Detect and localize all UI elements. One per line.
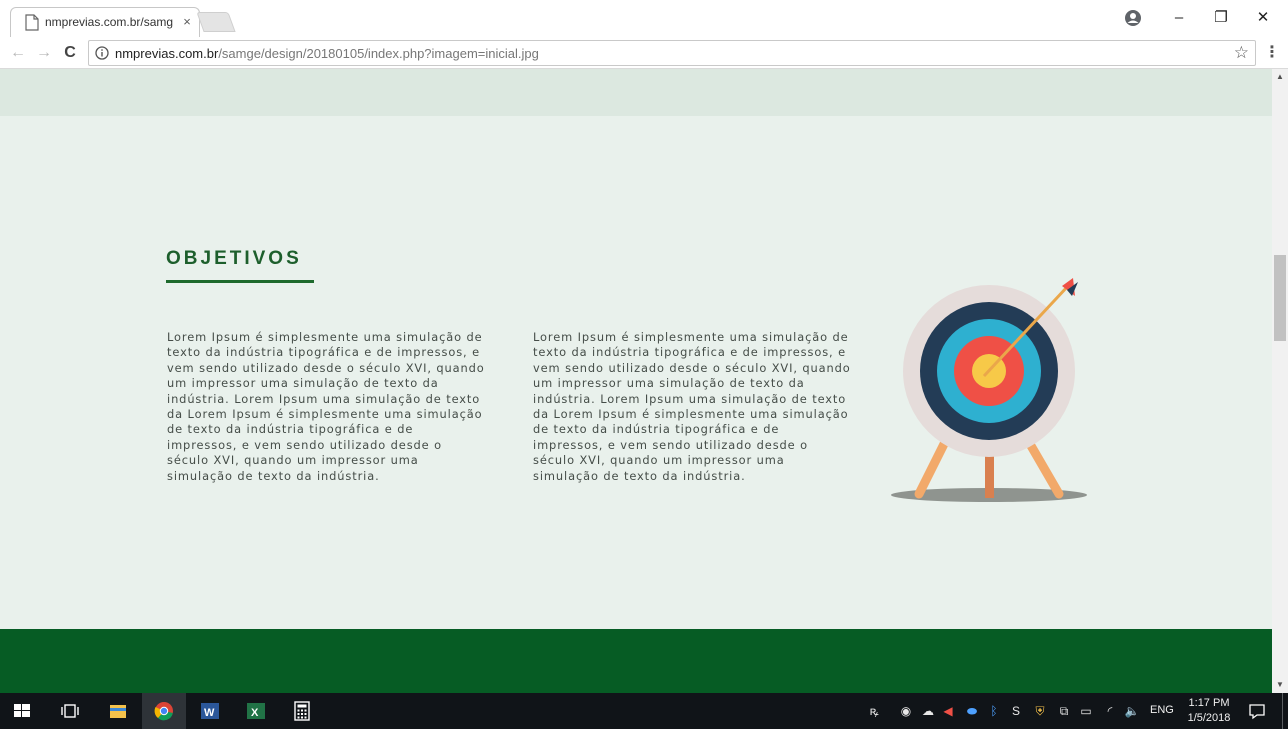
text-column-2: Lorem Ipsum é simplesmente uma simulação… <box>533 330 851 483</box>
folder-icon <box>110 705 126 718</box>
chrome-button[interactable] <box>142 693 186 729</box>
bluetooth-icon[interactable]: ᛒ <box>986 703 1002 719</box>
address-bar[interactable]: nmprevias.com.br/samge/design/20180105/i… <box>88 40 1256 66</box>
tray-skype-icon[interactable]: S <box>1008 703 1024 719</box>
profile-icon[interactable] <box>1124 9 1142 27</box>
bookmark-star-icon[interactable]: ☆ <box>1234 43 1249 63</box>
battery-icon[interactable]: ▭ <box>1078 703 1094 719</box>
teamviewer-icon[interactable]: ⬬ <box>964 703 980 719</box>
security-icon[interactable]: ⛨ <box>1032 703 1048 719</box>
scroll-down-arrow-icon[interactable]: ▼ <box>1272 677 1288 693</box>
file-explorer-button[interactable] <box>96 693 140 729</box>
tray-app-icon[interactable]: ◉ <box>898 703 914 719</box>
archery-target-icon <box>891 278 1087 502</box>
browser-toolbar: ← → C nmprevias.com.br/samge/design/2018… <box>0 38 1288 69</box>
excel-button[interactable]: X <box>234 693 278 729</box>
restore-button[interactable]: ❐ <box>1206 6 1236 30</box>
excel-icon: X <box>247 703 265 719</box>
network-devices-icon[interactable]: ⧉ <box>1056 703 1072 719</box>
chrome-icon <box>154 702 173 721</box>
browser-menu-icon[interactable]: ⋮ <box>1264 43 1280 63</box>
calculator-icon <box>294 701 310 721</box>
action-center-icon[interactable] <box>1248 702 1266 720</box>
page-scrollbar[interactable]: ▲ ▼ <box>1272 69 1288 693</box>
tray-media-icon[interactable]: ◀ <box>940 703 956 719</box>
scroll-thumb[interactable] <box>1274 255 1286 341</box>
new-tab-button[interactable] <box>196 12 236 32</box>
url-host: nmprevias.com.br <box>115 46 219 61</box>
back-button[interactable]: ← <box>8 42 28 64</box>
close-window-button[interactable]: ✕ <box>1248 6 1278 30</box>
section-heading: OBJETIVOS <box>166 248 302 269</box>
forward-button[interactable]: → <box>34 42 54 64</box>
start-button[interactable] <box>0 693 44 729</box>
word-icon: W <box>201 703 219 719</box>
browser-tab-strip: nmprevias.com.br/samge × – ❐ ✕ <box>0 0 1288 38</box>
page-icon <box>25 14 39 31</box>
clock-date: 1/5/2018 <box>1187 712 1231 724</box>
windows-logo-icon <box>14 704 30 717</box>
calculator-button[interactable] <box>280 693 324 729</box>
scroll-up-arrow-icon[interactable]: ▲ <box>1272 69 1288 85</box>
top-band <box>0 69 1272 116</box>
browser-tab[interactable]: nmprevias.com.br/samge × <box>10 7 200 37</box>
objectives-section: OBJETIVOS Lorem Ipsum é simplesmente uma… <box>0 116 1272 629</box>
tab-close-icon[interactable]: × <box>179 13 195 31</box>
svg-text:X: X <box>251 707 259 719</box>
word-button[interactable]: W <box>188 693 232 729</box>
url-path: /samge/design/20180105/index.php?imagem=… <box>218 46 539 61</box>
volume-icon[interactable]: 🔈 <box>1124 703 1140 719</box>
svg-text:W: W <box>204 707 215 719</box>
language-indicator[interactable]: ENG <box>1150 704 1174 716</box>
url-text[interactable]: nmprevias.com.br/samge/design/20180105/i… <box>115 46 539 61</box>
clock-time: 1:17 PM <box>1188 697 1230 709</box>
reload-button[interactable]: C <box>60 42 80 64</box>
text-column-1: Lorem Ipsum é simplesmente uma simulação… <box>167 330 485 483</box>
footer-band <box>0 629 1272 693</box>
task-view-icon <box>61 704 79 718</box>
tab-title: nmprevias.com.br/samge <box>45 15 173 29</box>
minimize-button[interactable]: – <box>1164 6 1194 30</box>
show-desktop-button[interactable] <box>1282 693 1283 729</box>
heading-underline <box>166 280 314 283</box>
people-icon[interactable]: ꝶ <box>866 703 882 719</box>
info-icon[interactable] <box>95 46 109 60</box>
wifi-icon[interactable]: ◜ <box>1102 703 1118 719</box>
windows-taskbar: W X ꝶ ◉ ☁ ◀ ⬬ ᛒ S ⛨ ⧉ ▭ ◜ 🔈 ENG 1:17 PM … <box>0 693 1288 729</box>
page-viewport: OBJETIVOS Lorem Ipsum é simplesmente uma… <box>0 69 1272 693</box>
onedrive-icon[interactable]: ☁ <box>920 703 936 719</box>
task-view-button[interactable] <box>48 693 92 729</box>
system-clock[interactable]: 1:17 PM 1/5/2018 <box>1184 696 1234 726</box>
